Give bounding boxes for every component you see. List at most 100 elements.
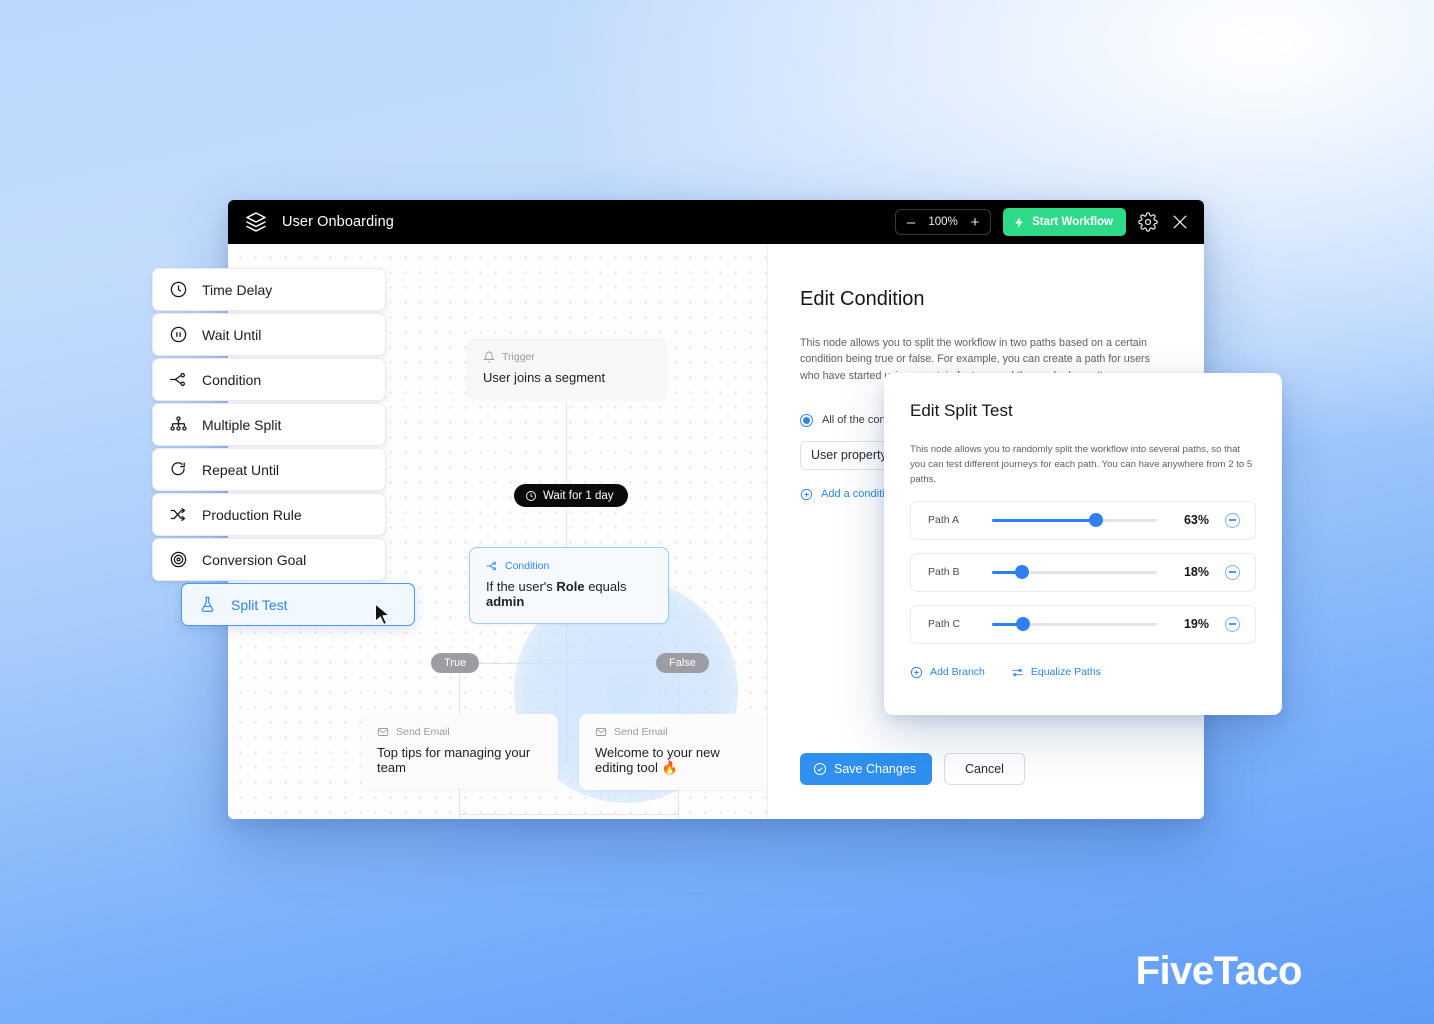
save-changes-button[interactable]: Save Changes	[800, 753, 933, 785]
palette-item-label: Multiple Split	[202, 416, 282, 433]
refresh-icon	[169, 460, 188, 479]
palette-item-label: Split Test	[231, 596, 288, 613]
zoom-control[interactable]: – 100% +	[895, 209, 992, 235]
zoom-out-button[interactable]: –	[900, 211, 922, 233]
equalize-paths-button[interactable]: Equalize Paths	[1011, 666, 1101, 679]
palette-item-wait-until[interactable]: Wait Until	[152, 313, 386, 356]
node-kind-label: Condition	[505, 560, 550, 572]
minus-circle-icon[interactable]	[1225, 564, 1240, 580]
minus-circle-icon[interactable]	[1225, 616, 1240, 632]
lightning-icon	[1013, 216, 1026, 229]
node-body-text: Top tips for managing your team	[377, 745, 531, 775]
close-icon[interactable]	[1170, 212, 1190, 232]
path-label: Path C	[928, 618, 961, 631]
connector-email-b-down	[678, 788, 680, 819]
flask-icon	[198, 595, 217, 614]
dialog-description: This node allows you to randomly split t…	[910, 444, 1253, 485]
path-label: Path A	[928, 514, 959, 527]
wait-pill-label: Wait for 1 day	[543, 489, 614, 502]
path-percent-value: 63%	[1183, 513, 1209, 528]
palette-item-label: Time Delay	[202, 281, 273, 298]
palette-item-label: Conversion Goal	[202, 551, 307, 568]
save-changes-label: Save Changes	[834, 762, 917, 776]
condition-value: admin	[486, 594, 525, 609]
node-kind-row: Send Email	[595, 726, 760, 738]
equalize-paths-label: Equalize Paths	[1030, 666, 1101, 679]
path-row: Path C 19%	[910, 604, 1256, 644]
start-workflow-button[interactable]: Start Workflow	[1003, 208, 1126, 236]
slider-fill	[992, 519, 1096, 523]
path-label: Path B	[928, 566, 960, 579]
gear-icon[interactable]	[1138, 212, 1158, 232]
node-condition[interactable]: Condition If the user's Role equals admi…	[469, 547, 669, 624]
zoom-in-button[interactable]: +	[964, 211, 986, 233]
branch-icon	[169, 370, 188, 389]
palette-item-conversion-goal[interactable]: Conversion Goal	[152, 538, 386, 581]
palette-item-repeat-until[interactable]: Repeat Until	[152, 448, 386, 491]
mouse-cursor-icon	[374, 603, 391, 626]
path-row: Path B 18%	[910, 552, 1256, 592]
connector-merge	[459, 814, 678, 816]
clock-icon	[169, 280, 188, 299]
node-kind-row: Send Email	[377, 726, 542, 738]
node-kind-label: Send Email	[396, 726, 450, 738]
envelope-icon	[595, 726, 607, 738]
page-title: Edit Condition	[800, 288, 925, 310]
path-percent-slider[interactable]	[992, 513, 1157, 528]
palette-item-multiple-split[interactable]: Multiple Split	[152, 403, 386, 446]
cancel-button[interactable]: Cancel	[944, 753, 1025, 785]
slider-thumb[interactable]	[1016, 617, 1031, 632]
palette-item-label: Repeat Until	[202, 461, 280, 478]
plus-circle-icon	[800, 488, 813, 501]
select-value: User property	[811, 448, 887, 463]
node-kind-label: Trigger	[502, 351, 535, 363]
connector-wait-to-condition	[566, 507, 568, 548]
path-row: Path A 63%	[910, 500, 1256, 540]
target-icon	[169, 550, 188, 569]
path-percent-slider[interactable]	[992, 565, 1157, 580]
node-kind-row: Condition	[486, 560, 652, 572]
window-titlebar: User Onboarding – 100% + Start Workflow	[228, 200, 1204, 244]
add-branch-label: Add Branch	[930, 666, 985, 679]
node-body-text: If the user's Role equals admin	[486, 579, 652, 609]
bell-icon	[483, 351, 495, 363]
dialog-title: Edit Split Test	[910, 401, 1013, 420]
shuffle-icon	[169, 505, 188, 524]
palette-item-label: Condition	[202, 371, 262, 388]
path-percent-slider[interactable]	[992, 617, 1157, 632]
window-title: User Onboarding	[282, 214, 394, 230]
node-send-email-false[interactable]: Send Email Welcome to your new editing t…	[579, 714, 767, 790]
minus-circle-icon[interactable]	[1225, 512, 1240, 528]
start-workflow-label: Start Workflow	[1032, 216, 1113, 228]
zoom-level-value: 100%	[928, 216, 958, 228]
plus-circle-icon	[910, 666, 923, 679]
add-branch-button[interactable]: Add Branch	[910, 666, 985, 679]
palette-item-production-rule[interactable]: Production Rule	[152, 493, 386, 536]
path-percent-value: 18%	[1183, 565, 1209, 580]
layers-stack-icon	[244, 210, 268, 234]
palette-item-label: Production Rule	[202, 506, 302, 523]
panel-action-buttons: Save Changes Cancel	[800, 753, 1025, 785]
condition-property: Role	[556, 579, 585, 594]
node-wait-pill[interactable]: Wait for 1 day	[514, 484, 628, 507]
node-body-text: User joins a segment	[483, 370, 606, 385]
check-circle-icon	[813, 762, 827, 776]
slider-thumb[interactable]	[1014, 565, 1029, 580]
dialog-links: Add Branch Equalize Paths	[910, 666, 1256, 679]
node-send-email-true[interactable]: Send Email Top tips for managing your te…	[361, 714, 558, 789]
node-palette: Time Delay Wait Until Condition Multiple…	[152, 268, 415, 628]
palette-item-time-delay[interactable]: Time Delay	[152, 268, 386, 311]
radio-selected-icon[interactable]	[800, 413, 813, 427]
palette-item-condition[interactable]: Condition	[152, 358, 386, 401]
slider-thumb[interactable]	[1088, 513, 1103, 528]
node-trigger[interactable]: Trigger User joins a segment	[467, 339, 667, 399]
condition-operator: equals	[584, 579, 627, 594]
org-tree-icon	[169, 415, 188, 434]
edit-split-test-dialog: Edit Split Test This node allows you to …	[884, 373, 1282, 715]
pause-circle-icon	[169, 325, 188, 344]
path-percent-value: 19%	[1183, 617, 1209, 632]
palette-item-label: Wait Until	[202, 326, 262, 343]
titlebar-controls: – 100% + Start Workflow	[895, 208, 1190, 236]
branch-label-false: False	[656, 653, 709, 673]
node-kind-label: Send Email	[614, 726, 668, 738]
